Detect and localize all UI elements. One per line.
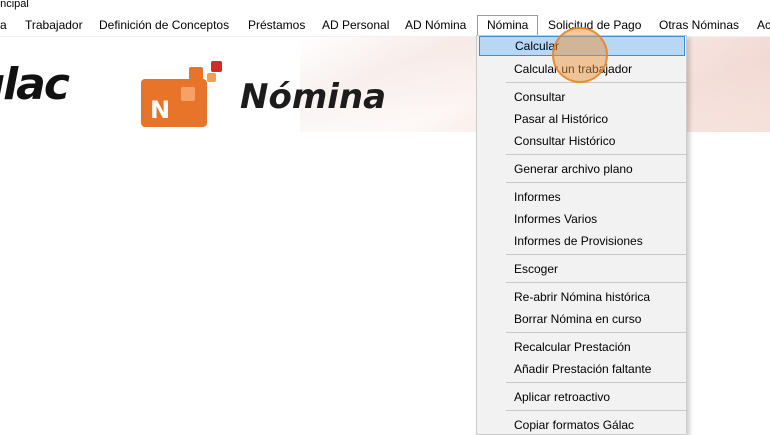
nomina-dropdown-menu: Calcular Calcular un trabajador Consulta… xyxy=(476,35,687,435)
menu-option-recalcular-prestacion[interactable]: Recalcular Prestación xyxy=(479,337,685,357)
menu-separator xyxy=(506,282,686,283)
menu-option-pasar-historico[interactable]: Pasar al Histórico xyxy=(479,109,685,129)
menu-item-ac[interactable]: Ac xyxy=(748,15,770,35)
menu-option-generar-archivo[interactable]: Generar archivo plano xyxy=(479,159,685,179)
menu-item-prestamos[interactable]: Préstamos xyxy=(239,15,314,35)
menu-option-informes[interactable]: Informes xyxy=(479,187,685,207)
menu-option-escoger[interactable]: Escoger xyxy=(479,259,685,279)
product-name: Nómina xyxy=(240,77,387,117)
menu-separator xyxy=(506,82,686,83)
window-title: rincipal xyxy=(0,0,29,10)
menu-separator xyxy=(506,410,686,411)
menu-option-consultar[interactable]: Consultar xyxy=(479,87,685,107)
menu-bar: a Trabajador Definición de Conceptos Pré… xyxy=(0,14,770,37)
menu-item-trabajador[interactable]: Trabajador xyxy=(16,15,92,35)
menu-item-ad-nomina[interactable]: AD Nómina xyxy=(396,15,475,35)
menu-option-consultar-historico[interactable]: Consultar Histórico xyxy=(479,131,685,151)
menu-item-otras-nominas[interactable]: Otras Nóminas xyxy=(650,15,748,35)
menu-option-aplicar-retroactivo[interactable]: Aplicar retroactivo xyxy=(479,387,685,407)
menu-item-nomina[interactable]: Nómina xyxy=(477,15,539,35)
click-indicator xyxy=(552,27,608,83)
menu-item-a[interactable]: a xyxy=(0,15,16,35)
menu-option-informes-varios[interactable]: Informes Varios xyxy=(479,209,685,229)
nomina-logo-icon: N xyxy=(141,61,222,127)
menu-option-informes-provisiones[interactable]: Informes de Provisiones xyxy=(479,231,685,251)
menu-separator xyxy=(506,154,686,155)
menu-separator xyxy=(506,332,686,333)
nomina-icon-letter: N xyxy=(150,96,170,124)
menu-option-anadir-prestacion[interactable]: Añadir Prestación faltante xyxy=(479,359,685,379)
menu-option-reabrir-nomina[interactable]: Re-abrir Nómina histórica xyxy=(479,287,685,307)
galac-logo: ılac xyxy=(0,59,70,110)
menu-option-copiar-formatos[interactable]: Copiar formatos Gálac xyxy=(479,415,685,435)
menu-item-definicion-conceptos[interactable]: Definición de Conceptos xyxy=(90,15,238,35)
window-title-bar: rincipal xyxy=(0,0,770,14)
menu-option-borrar-nomina[interactable]: Borrar Nómina en curso xyxy=(479,309,685,329)
menu-separator xyxy=(506,254,686,255)
menu-separator xyxy=(506,382,686,383)
menu-item-ad-personal[interactable]: AD Personal xyxy=(313,15,398,35)
menu-separator xyxy=(506,182,686,183)
